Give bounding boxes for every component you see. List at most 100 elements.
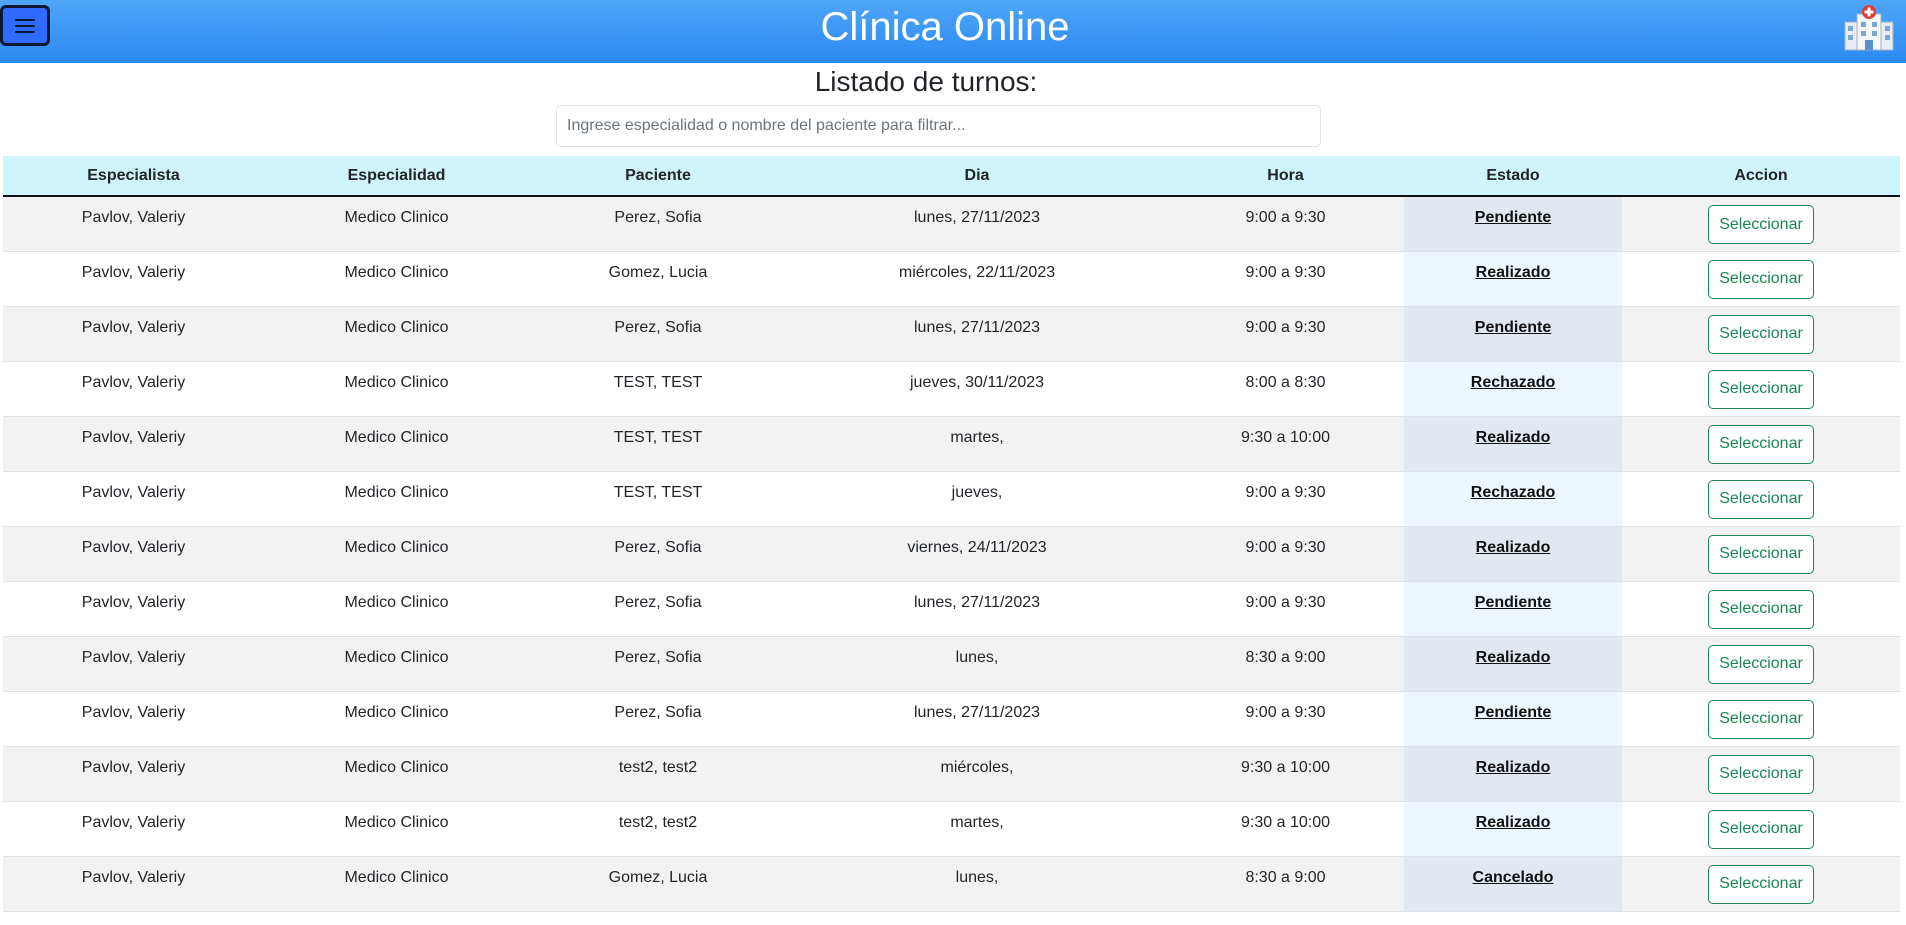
status-label: Pendiente	[1474, 703, 1552, 721]
select-button[interactable]: Seleccionar	[1708, 369, 1814, 409]
status-label: Pendiente	[1474, 593, 1552, 611]
cell-especialidad: Medico Clinico	[344, 593, 449, 611]
select-button[interactable]: Seleccionar	[1708, 699, 1814, 739]
cell-dia: martes,	[950, 813, 1004, 831]
select-button[interactable]: Seleccionar	[1708, 864, 1814, 904]
cell-paciente: TEST, TEST	[613, 428, 703, 446]
cell-especialista: Pavlov, Valeriy	[81, 703, 186, 721]
select-button[interactable]: Seleccionar	[1708, 809, 1814, 849]
cell-especialista: Pavlov, Valeriy	[81, 648, 186, 666]
cell-estado: Realizado	[1404, 526, 1622, 581]
select-button[interactable]: Seleccionar	[1708, 589, 1814, 629]
app-title: Clínica Online	[820, 5, 1070, 49]
cell-paciente: Perez, Sofia	[614, 318, 702, 336]
select-button[interactable]: Seleccionar	[1708, 534, 1814, 574]
cell-accion: Seleccionar	[1622, 416, 1900, 471]
cell-especialista: Pavlov, Valeriy	[81, 868, 186, 886]
cell-especialidad: Medico Clinico	[344, 209, 449, 226]
cell-accion: Seleccionar	[1622, 196, 1900, 251]
cell-especialidad: Medico Clinico	[344, 648, 449, 666]
table-row: Pavlov, Valeriy Medico Clinico Gomez, Luci…	[3, 251, 1900, 306]
cell-paciente: TEST, TEST	[613, 373, 703, 391]
cell-dia: lunes, 27/11/2023	[913, 318, 1041, 336]
cell-especialista: Pavlov, Valeriy	[81, 373, 186, 391]
table-row: Pavlov, Valeriy Medico Clinico test2, test…	[3, 801, 1900, 856]
cell-especialidad: Medico Clinico	[344, 813, 449, 831]
cell-paciente: Perez, Sofia	[614, 538, 702, 556]
cell-accion: Seleccionar	[1622, 691, 1900, 746]
cell-especialista: Pavlov, Valeriy	[81, 428, 186, 446]
cell-estado: Rechazado	[1404, 471, 1622, 526]
cell-dia: miércoles, 22/11/2023	[898, 263, 1056, 281]
status-label: Pendiente	[1474, 209, 1552, 226]
status-label: Realizado	[1475, 538, 1551, 556]
cell-estado: Realizado	[1404, 746, 1622, 801]
cell-estado: Pendiente	[1404, 306, 1622, 361]
cell-especialidad: Medico Clinico	[344, 428, 449, 446]
select-button[interactable]: Seleccionar	[1708, 205, 1814, 244]
column-header-especialidad: Especialidad	[264, 156, 529, 197]
table-row: Pavlov, Valeriy Medico Clinico TEST, TEST j…	[3, 471, 1900, 526]
cell-accion: Seleccionar	[1622, 306, 1900, 361]
page-heading: Listado de turnos:	[814, 66, 1038, 97]
table-row: Pavlov, Valeriy Medico Clinico Gomez, Luci…	[3, 856, 1900, 911]
table-row: Pavlov, Valeriy Medico Clinico Perez, Sofi…	[3, 636, 1900, 691]
cell-especialista: Pavlov, Valeriy	[81, 318, 186, 336]
cell-especialista: Pavlov, Valeriy	[81, 209, 186, 226]
cell-estado: Rechazado	[1404, 361, 1622, 416]
select-button[interactable]: Seleccionar	[1708, 424, 1814, 464]
cell-especialista: Pavlov, Valeriy	[81, 758, 186, 776]
cell-hora: 9:30 a 10:00	[1241, 813, 1330, 831]
table-row: Pavlov, Valeriy Medico Clinico TEST, TEST j…	[3, 361, 1900, 416]
cell-especialista: Pavlov, Valeriy	[81, 538, 186, 556]
table-row: Pavlov, Valeriy Medico Clinico TEST, TEST m…	[3, 416, 1900, 471]
navbar: Clínica Online	[0, 0, 1906, 63]
filter-input[interactable]	[556, 105, 1321, 147]
status-label: Realizado	[1475, 263, 1551, 281]
select-button[interactable]: Seleccionar	[1708, 314, 1814, 354]
cell-hora: 9:00 a 9:30	[1245, 483, 1326, 501]
cell-paciente: Perez, Sofia	[614, 703, 702, 721]
cell-hora: 8:30 a 9:00	[1245, 868, 1326, 886]
table-row: Pavlov, Valeriy Medico Clinico Perez, Sofi…	[3, 306, 1900, 361]
cell-accion: Seleccionar	[1622, 361, 1900, 416]
cell-accion: Seleccionar	[1622, 746, 1900, 801]
cell-hora: 9:00 a 9:30	[1245, 538, 1326, 556]
select-button[interactable]: Seleccionar	[1708, 479, 1814, 519]
select-button[interactable]: Seleccionar	[1708, 644, 1814, 684]
cell-especialista: Pavlov, Valeriy	[81, 813, 186, 831]
cell-hora: 9:00 a 9:30	[1245, 263, 1326, 281]
cell-dia: viernes, 24/11/2023	[907, 538, 1047, 556]
cell-accion: Seleccionar	[1622, 471, 1900, 526]
status-label: Rechazado	[1470, 483, 1556, 501]
cell-estado: Pendiente	[1404, 581, 1622, 636]
column-header-especialista: Especialista	[3, 156, 264, 197]
table-row: Pavlov, Valeriy Medico Clinico Perez, Sofi…	[3, 691, 1900, 746]
cell-estado: Realizado	[1404, 801, 1622, 856]
cell-paciente: TEST, TEST	[613, 483, 703, 501]
cell-especialidad: Medico Clinico	[344, 263, 449, 281]
cell-estado: Realizado	[1404, 636, 1622, 691]
select-button[interactable]: Seleccionar	[1708, 754, 1814, 794]
cell-especialista: Pavlov, Valeriy	[81, 263, 186, 281]
cell-especialista: Pavlov, Valeriy	[81, 483, 186, 501]
cell-especialidad: Medico Clinico	[344, 703, 449, 721]
status-label: Realizado	[1475, 813, 1551, 831]
column-header-paciente: Paciente	[529, 156, 787, 197]
hospital-icon	[1844, 5, 1894, 51]
cell-dia: jueves, 30/11/2023	[909, 373, 1045, 391]
cell-especialidad: Medico Clinico	[344, 483, 449, 501]
cell-hora: 9:00 a 9:30	[1245, 703, 1326, 721]
status-label: Cancelado	[1472, 868, 1554, 886]
cell-paciente: Gomez, Lucia	[608, 263, 708, 281]
cell-estado: Pendiente	[1404, 691, 1622, 746]
status-label: Realizado	[1475, 648, 1551, 666]
cell-dia: lunes, 27/11/2023	[913, 593, 1041, 611]
cell-hora: 9:00 a 9:30	[1245, 318, 1326, 336]
table-row: Pavlov, Valeriy Medico Clinico Perez, Sofi…	[3, 526, 1900, 581]
status-label: Realizado	[1475, 758, 1551, 776]
cell-accion: Seleccionar	[1622, 581, 1900, 636]
cell-especialidad: Medico Clinico	[344, 318, 449, 336]
appointments-table: Especialista Especialidad Paciente Dia H…	[3, 156, 1900, 912]
select-button[interactable]: Seleccionar	[1708, 259, 1814, 299]
